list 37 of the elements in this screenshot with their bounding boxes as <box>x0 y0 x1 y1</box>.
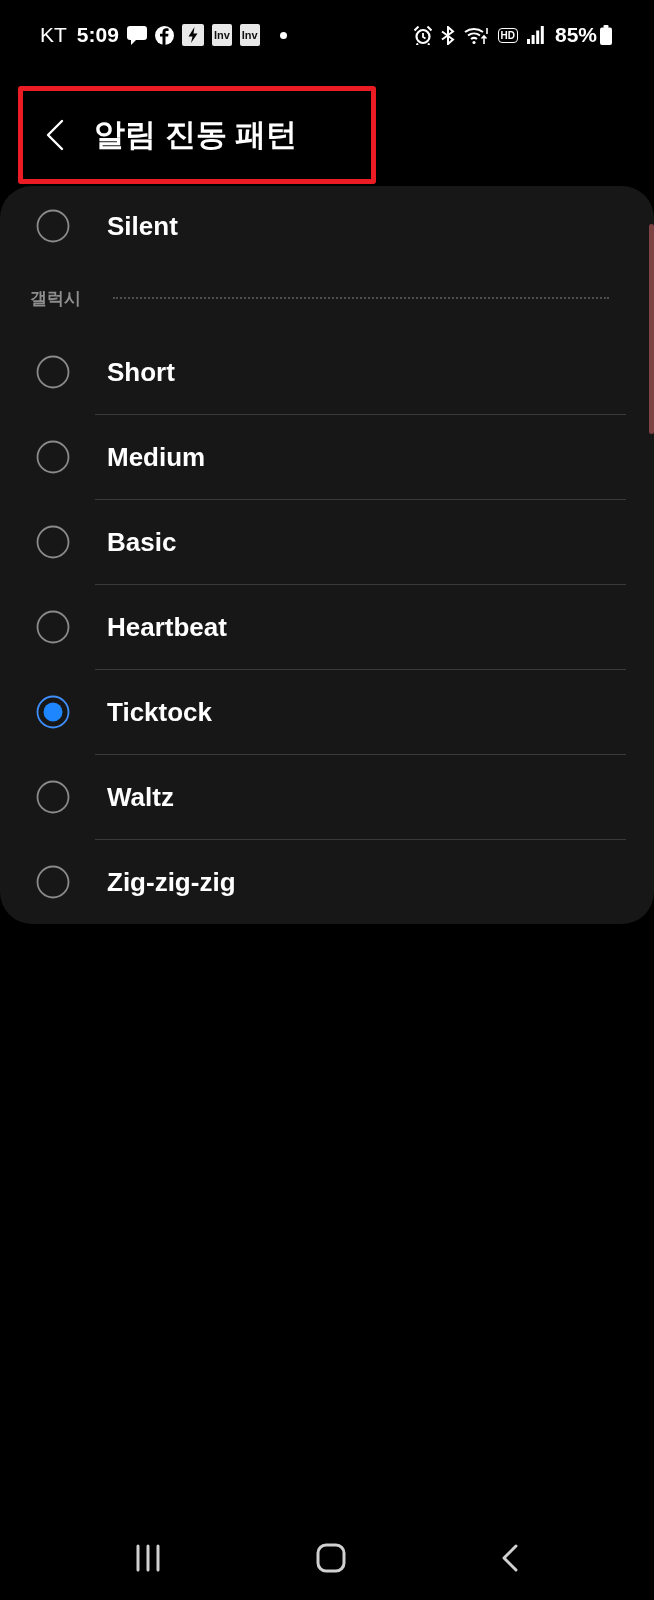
carrier-text: KT <box>40 23 67 47</box>
radio-icon[interactable] <box>36 695 70 729</box>
dot-icon <box>279 31 287 39</box>
radio-icon[interactable] <box>36 780 70 814</box>
signal-bars-icon <box>526 26 544 44</box>
pattern-option[interactable]: Heartbeat <box>0 585 642 669</box>
page-title: 알림 진동 패턴 <box>94 116 298 154</box>
chat-bubble-icon <box>126 25 147 45</box>
app-tile: Inv <box>211 24 232 46</box>
recent-apps-icon[interactable] <box>135 1544 161 1572</box>
section-title: 갤럭시 <box>30 287 81 310</box>
hd-indicator: HD <box>497 27 518 43</box>
circle-f-icon <box>154 25 174 45</box>
radio-icon[interactable] <box>36 610 70 644</box>
radio-icon[interactable] <box>36 440 70 474</box>
lightning-tile-icon <box>181 24 204 46</box>
radio-icon[interactable] <box>36 209 70 243</box>
pattern-option[interactable]: Short <box>0 330 642 414</box>
battery-icon <box>600 25 612 45</box>
radio-icon[interactable] <box>36 525 70 559</box>
wifi-icon <box>463 25 489 45</box>
pattern-option[interactable]: Medium <box>0 415 642 499</box>
pattern-option[interactable]: Basic <box>0 500 642 584</box>
clock-time: 5:09 <box>76 23 119 47</box>
nav-back-icon[interactable] <box>501 1544 519 1572</box>
radio-icon[interactable] <box>36 355 70 389</box>
pattern-option[interactable]: Zig-zig-zig <box>0 840 642 924</box>
pattern-option[interactable]: Ticktock <box>0 670 642 754</box>
radio-icon[interactable] <box>36 865 70 899</box>
alarm-clock-icon <box>413 25 432 45</box>
pattern-option[interactable]: Silent <box>0 186 642 266</box>
battery-percent: 85% <box>554 23 597 47</box>
bluetooth-icon <box>440 25 455 45</box>
back-icon[interactable] <box>46 119 64 151</box>
pattern-option[interactable]: Waltz <box>0 755 642 839</box>
app-tile: Inv <box>239 24 260 46</box>
home-icon[interactable] <box>316 1543 346 1573</box>
